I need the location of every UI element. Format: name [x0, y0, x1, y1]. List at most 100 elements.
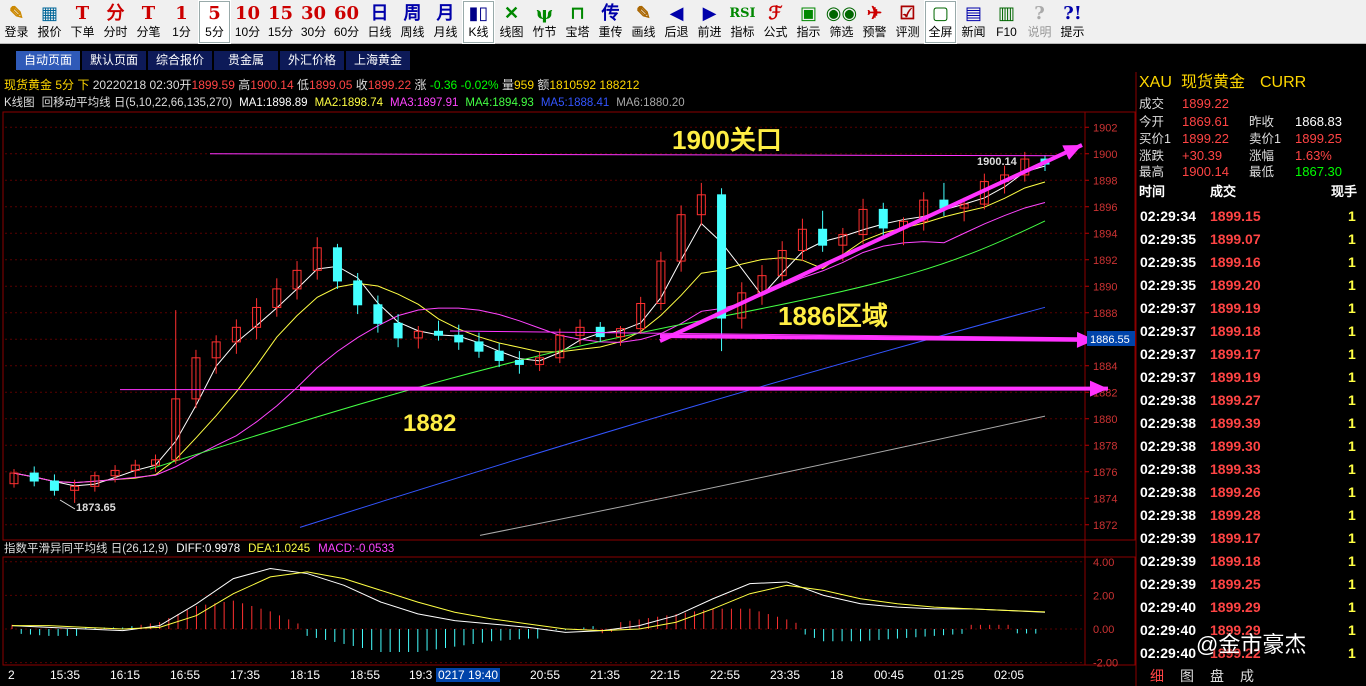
tick-time: 02:29:34 — [1140, 208, 1197, 224]
diff-line — [11, 568, 1046, 633]
time-axis-label: 2 — [8, 668, 15, 682]
price-panel-frame — [2, 111, 1136, 541]
tick-volume: 1 — [1348, 277, 1356, 293]
tick-price: 1899.39 — [1210, 415, 1261, 431]
panel-tab-1[interactable]: 图 — [1180, 666, 1194, 686]
price-axis-label: 1874 — [1093, 493, 1117, 505]
candle-body — [595, 326, 605, 338]
quote-label: 涨跌 — [1139, 149, 1165, 163]
time-axis-label: 18 — [830, 668, 844, 682]
tick-header-time: 时间 — [1139, 184, 1166, 199]
tick-time: 02:29:40 — [1140, 622, 1197, 638]
tick-volume: 1 — [1348, 369, 1356, 385]
tick-row: 02:29:38 1899.27 1 — [1137, 389, 1366, 412]
tick-row: 02:29:39 1899.17 1 — [1137, 527, 1366, 550]
tick-volume: 1 — [1348, 507, 1356, 523]
tick-row: 02:29:38 1899.28 1 — [1137, 504, 1366, 527]
candle-body — [818, 228, 828, 246]
tick-volume: 1 — [1348, 254, 1356, 270]
tick-row: 02:29:34 1899.15 1 — [1137, 205, 1366, 228]
candle-body — [434, 330, 444, 336]
quote-value: 1900.14 — [1182, 164, 1229, 179]
quote-label: 最低 — [1249, 165, 1275, 179]
tick-time: 02:29:38 — [1140, 507, 1197, 523]
tick-price: 1899.28 — [1210, 507, 1261, 523]
price-axis-label: 1898 — [1093, 175, 1117, 187]
time-axis-label: 16:15 — [110, 668, 141, 682]
kline-chart[interactable]: 1902190018981896189418921890188818861884… — [0, 0, 1137, 686]
quote-label: 昨收 — [1249, 115, 1275, 129]
candle-body — [717, 194, 727, 319]
time-axis-label: 15:35 — [50, 668, 81, 682]
tick-time: 02:29:35 — [1140, 254, 1197, 270]
time-axis-label: 00:45 — [874, 668, 905, 682]
candle-body — [474, 341, 484, 352]
tick-row: 02:29:38 1899.39 1 — [1137, 412, 1366, 435]
candle-body — [514, 359, 524, 365]
tick-time: 02:29:35 — [1140, 231, 1197, 247]
ma6-line — [479, 415, 1046, 536]
annotation-1886: 1886区域 — [778, 301, 888, 331]
tick-volume: 1 — [1348, 438, 1356, 454]
candle-body — [49, 480, 59, 491]
high-price-mark: 1900.14 — [977, 156, 1018, 168]
tick-row: 02:29:37 1899.18 1 — [1137, 320, 1366, 343]
tick-volume: 1 — [1348, 622, 1356, 638]
quote-symbol: XAU — [1139, 74, 1172, 91]
tick-time: 02:29:39 — [1140, 576, 1197, 592]
tick-time: 02:29:39 — [1140, 553, 1197, 569]
panel-tab-3[interactable]: 成 — [1240, 666, 1254, 686]
tick-volume: 1 — [1348, 645, 1356, 661]
tick-time: 02:29:37 — [1140, 323, 1197, 339]
time-axis-label: 23:35 — [770, 668, 801, 682]
tick-row: 02:29:35 1899.20 1 — [1137, 274, 1366, 297]
time-axis-label: 22:15 — [650, 668, 681, 682]
time-axis: 2 15:35 16:15 16:55 17:35 18:15 18:55 19:3 0217 … — [0, 666, 1085, 686]
quote-value: +30.39 — [1182, 148, 1223, 163]
dea-line — [12, 571, 1046, 632]
tick-header-volume: 现手 — [1331, 184, 1358, 199]
candle-body — [878, 208, 888, 229]
tick-time: 02:29:38 — [1140, 461, 1197, 477]
tick-price: 1899.17 — [1210, 346, 1261, 362]
tick-price: 1899.15 — [1210, 208, 1261, 224]
tick-time: 02:29:40 — [1140, 599, 1197, 615]
price-axis-label: 1888 — [1093, 308, 1117, 320]
tick-volume: 1 — [1348, 346, 1356, 362]
quote-label: 卖价1 — [1249, 132, 1281, 146]
ma4-line — [149, 220, 1046, 470]
quote-value: 1.63% — [1295, 148, 1332, 163]
candle-body — [393, 322, 403, 339]
quote-value: 1867.30 — [1295, 164, 1342, 179]
tick-time: 02:29:38 — [1140, 484, 1197, 500]
tick-row: 02:29:38 1899.33 1 — [1137, 458, 1366, 481]
watermark: @金市豪杰 — [1196, 632, 1307, 657]
price-axis-label: 1878 — [1093, 440, 1117, 452]
time-axis-label: 01:25 — [934, 668, 965, 682]
quote-value: 1869.61 — [1182, 114, 1229, 129]
quote-name: 现货黄金 — [1181, 74, 1246, 91]
tick-volume: 1 — [1348, 415, 1356, 431]
tick-row: 02:29:35 1899.16 1 — [1137, 251, 1366, 274]
panel-tab-2[interactable]: 盘 — [1210, 666, 1224, 686]
ma-line — [13, 202, 1046, 484]
quote-value: 1899.22 — [1182, 131, 1229, 146]
macd-axis-label: 4.00 — [1093, 557, 1114, 569]
tick-price: 1899.18 — [1210, 553, 1261, 569]
quote-label: 最高 — [1139, 165, 1165, 179]
tick-price: 1899.29 — [1210, 599, 1261, 615]
candle-body — [373, 304, 383, 324]
price-axis-label: 1880 — [1093, 414, 1117, 426]
price-axis-label: 1896 — [1093, 202, 1117, 214]
time-axis-label: 22:55 — [710, 668, 741, 682]
tick-price: 1899.26 — [1210, 484, 1261, 500]
tick-time: 02:29:38 — [1140, 415, 1197, 431]
candle-body — [29, 472, 39, 482]
panel-tab-0[interactable]: 细 — [1150, 666, 1164, 686]
time-axis-label: 16:55 — [170, 668, 201, 682]
price-axis-label: 1902 — [1093, 122, 1117, 134]
quote-value: 1868.83 — [1295, 114, 1342, 129]
quote-value: 1899.25 — [1295, 131, 1342, 146]
price-axis-label: 1892 — [1093, 255, 1117, 267]
time-axis-label: 18:55 — [350, 668, 381, 682]
